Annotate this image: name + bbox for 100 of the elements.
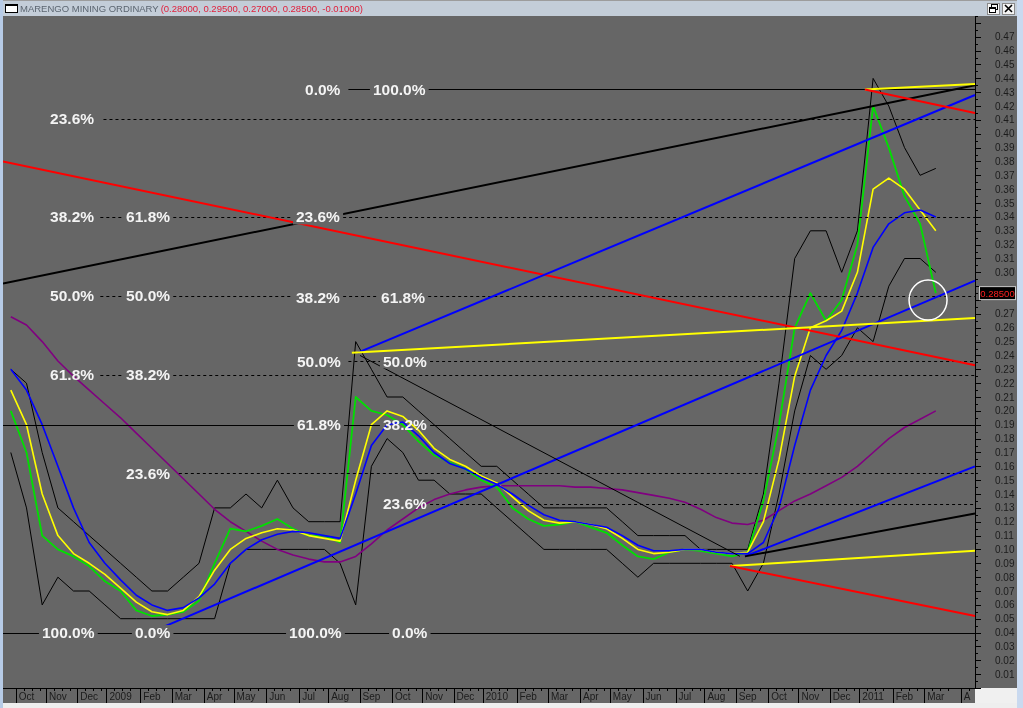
x-axis-label: Aug bbox=[707, 691, 726, 702]
y-axis-label: 0.08 bbox=[995, 571, 1015, 583]
y-axis-label: 0.44 bbox=[995, 72, 1015, 84]
y-axis-label: 0.38 bbox=[995, 156, 1015, 167]
y-axis-label: 0.25 bbox=[995, 336, 1015, 348]
y-axis-label: 0.31 bbox=[995, 252, 1015, 264]
level-label: 61.8% bbox=[126, 208, 171, 226]
x-axis-label: Apr bbox=[583, 691, 599, 702]
x-axis-label: 2009 bbox=[109, 691, 132, 702]
level-label: 61.8% bbox=[381, 288, 425, 306]
x-axis-label: Nov bbox=[801, 691, 820, 702]
x-axis-label: Sep bbox=[362, 691, 381, 702]
level-label: 100.0% bbox=[372, 80, 426, 98]
x-axis-label: Dec bbox=[456, 691, 475, 702]
window-icon bbox=[5, 4, 18, 13]
level-label: 50.0% bbox=[382, 352, 427, 370]
y-axis-label: 0.40 bbox=[995, 128, 1015, 140]
y-axis-label: 0.41 bbox=[995, 114, 1015, 126]
y-axis-label: 0.02 bbox=[995, 654, 1015, 666]
y-axis-label: 0.27 bbox=[995, 308, 1015, 320]
x-axis-label: Dec bbox=[832, 691, 851, 702]
level-label: 0.0% bbox=[305, 80, 341, 98]
y-axis-label: 0.36 bbox=[995, 183, 1015, 195]
y-axis-label: 0.04 bbox=[995, 627, 1015, 639]
y-axis-label: 0.21 bbox=[995, 391, 1015, 403]
y-axis-label: 0.12 bbox=[995, 516, 1015, 528]
level-label: 61.8% bbox=[296, 416, 341, 434]
circle-marker bbox=[908, 279, 948, 321]
y-axis-label: 0.23 bbox=[995, 363, 1015, 375]
x-axis-label: Oct bbox=[18, 691, 35, 702]
y-axis-label: 0.18 bbox=[995, 433, 1015, 445]
close-icon bbox=[1004, 4, 1013, 13]
level-label: 38.2% bbox=[50, 208, 95, 226]
x-axis-label: 2010 bbox=[485, 691, 508, 702]
level-label: 100.0% bbox=[41, 624, 95, 642]
x-axis-label: Mar bbox=[550, 691, 569, 702]
y-axis-label: 0.39 bbox=[995, 142, 1015, 154]
y-axis-label: 0.30 bbox=[995, 266, 1015, 278]
y-axis-label: 0.16 bbox=[995, 460, 1015, 472]
y-axis-label: 0.37 bbox=[995, 169, 1015, 181]
window-title: MARENGO MINING ORDINARY bbox=[20, 3, 159, 14]
x-axis-label: Jul bbox=[302, 691, 316, 702]
price-quote: (0.28000, 0.29500, 0.27000, 0.28500, -0.01000) bbox=[160, 3, 363, 14]
level-label: 23.6% bbox=[295, 208, 340, 226]
y-axis-label: 0.03 bbox=[995, 640, 1015, 652]
y-axis-label: 0.45 bbox=[995, 59, 1015, 70]
x-axis-label: Feb bbox=[143, 691, 161, 702]
x-axis-label: May bbox=[236, 691, 256, 702]
x-axis-label: Nov bbox=[425, 691, 444, 702]
y-axis-label: 0.42 bbox=[995, 100, 1015, 112]
y-axis-label: 0.11 bbox=[995, 530, 1014, 542]
level-label: 23.6% bbox=[50, 110, 95, 128]
x-axis-label: Sep bbox=[738, 691, 757, 702]
y-axis-label: 0.46 bbox=[995, 45, 1015, 57]
level-label: 100.0% bbox=[289, 624, 342, 642]
y-axis-label: 0.14 bbox=[995, 488, 1015, 500]
x-axis-label: Aug bbox=[331, 691, 349, 702]
y-axis-label: 0.32 bbox=[995, 239, 1015, 251]
x-axis-label: Jul bbox=[678, 691, 692, 702]
y-axis-label: 0.10 bbox=[995, 543, 1015, 555]
x-axis-label: Feb bbox=[895, 691, 914, 702]
x-axis-label: Mar bbox=[174, 691, 192, 702]
y-axis-label: 0.07 bbox=[995, 585, 1015, 597]
y-axis-label: 0.17 bbox=[995, 446, 1015, 458]
x-axis-label: Nov bbox=[48, 691, 67, 702]
y-axis-label: 0.01 bbox=[995, 668, 1015, 680]
level-label: 0.0% bbox=[134, 624, 171, 642]
y-axis-label: 0.19 bbox=[995, 419, 1015, 431]
level-label: 50.0% bbox=[126, 287, 171, 305]
x-axis-label: Apr bbox=[206, 691, 223, 702]
y-axis-label: 0.22 bbox=[995, 377, 1015, 389]
level-label: 38.2% bbox=[295, 288, 340, 306]
y-axis-label: 0.20 bbox=[995, 405, 1015, 417]
y-axis-label: 0.06 bbox=[995, 599, 1015, 611]
x-axis-label: Feb bbox=[519, 691, 537, 702]
x-axis-label: Jun bbox=[269, 691, 286, 702]
level-label: 23.6% bbox=[382, 495, 427, 513]
restore-icon bbox=[989, 4, 998, 13]
level-label: 0.0% bbox=[392, 624, 428, 642]
close-button[interactable] bbox=[1002, 2, 1015, 15]
y-axis-label: 0.47 bbox=[995, 31, 1015, 43]
x-axis-label: Mar bbox=[927, 691, 945, 702]
restore-button[interactable] bbox=[987, 2, 1000, 15]
x-axis-label: May bbox=[612, 691, 632, 702]
y-axis-label: 0.26 bbox=[995, 322, 1015, 334]
x-axis-label: Oct bbox=[771, 691, 787, 702]
y-axis-label: 0.35 bbox=[995, 197, 1015, 209]
y-axis-label: 0.09 bbox=[995, 557, 1015, 569]
x-axis-label: 2011 bbox=[862, 691, 884, 702]
x-axis-label: Oct bbox=[395, 691, 411, 702]
y-axis-label: 0.34 bbox=[995, 211, 1015, 223]
level-label: 38.2% bbox=[126, 366, 171, 384]
y-axis-label: 0.15 bbox=[995, 474, 1015, 486]
y-axis-label: 0.43 bbox=[995, 86, 1015, 98]
level-label: 50.0% bbox=[296, 352, 341, 370]
y-axis-label: 0.24 bbox=[995, 349, 1015, 361]
last-price-tag: 0.28500 bbox=[979, 286, 1016, 301]
y-axis-label: 0.13 bbox=[995, 502, 1015, 514]
level-label: 50.0% bbox=[50, 287, 95, 305]
x-axis-label: Dec bbox=[80, 691, 99, 702]
